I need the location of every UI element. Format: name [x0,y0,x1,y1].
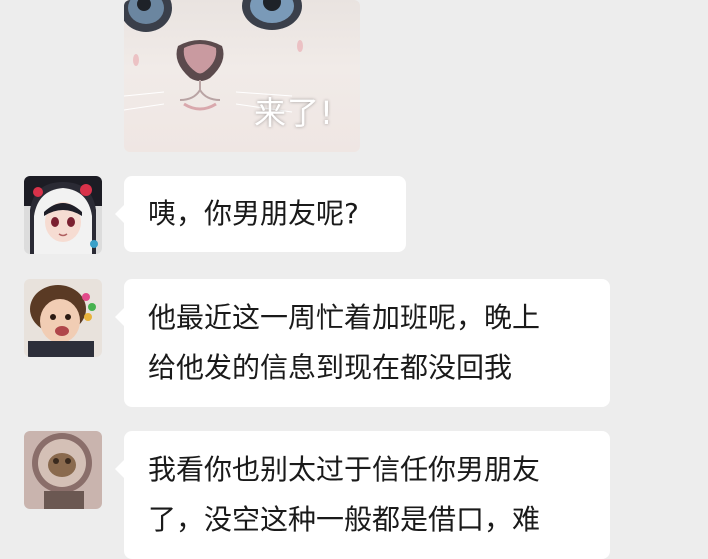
cat-sticker-image[interactable]: 来了! [124,0,360,152]
message-bubble[interactable]: 他最近这一周忙着加班呢，晚上 给他发的信息到现在都没回我 [115,279,610,407]
message-text-line: 给他发的信息到现在都没回我 [148,351,513,384]
anime-girl-avatar[interactable] [24,176,102,254]
message-bubble[interactable]: 我看你也别太过于信任你男朋友 了，没空这种一般都是借口，难 [115,431,610,559]
message-text: 咦，你男朋友呢? [148,197,359,230]
message-bubble[interactable]: 咦，你男朋友呢? [115,176,406,252]
message-text-line: 我看你也别太过于信任你男朋友 [148,453,541,486]
cat-mirror-avatar[interactable] [24,431,102,509]
baby-avatar[interactable] [24,279,102,357]
message-text-line: 他最近这一周忙着加班呢，晚上 [148,301,541,334]
sticker-caption: 来了! [254,94,334,132]
message-text-line: 了，没空这种一般都是借口，难 [148,503,541,536]
